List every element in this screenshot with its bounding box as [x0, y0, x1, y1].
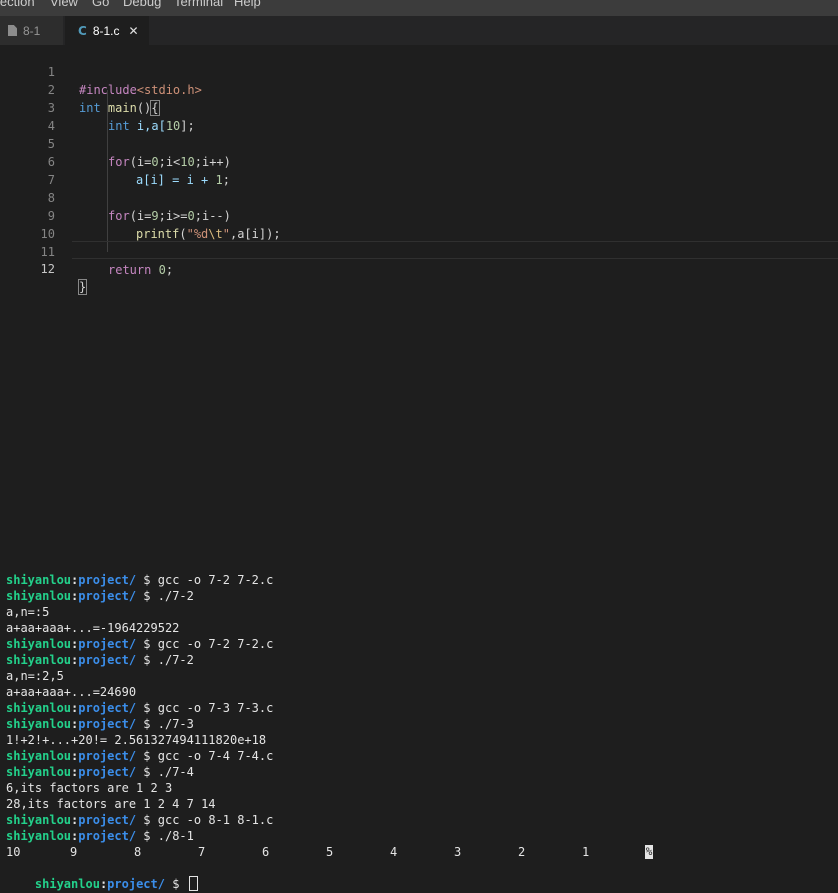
output-value: 4 — [390, 845, 398, 859]
terminal-output-line: 6,its factors are 1 2 3 — [6, 781, 173, 795]
code-line-8: 8 for(i=9;i>=0;i--) — [0, 171, 838, 223]
tab-8-1[interactable]: 8-1 — [0, 16, 64, 45]
menu-help[interactable]: Help — [234, 0, 261, 10]
menu-selection[interactable]: lection — [0, 0, 35, 10]
terminal-output-line: a,n=:5 — [6, 605, 50, 619]
integrated-terminal[interactable]: shiyanlou:project/ $ gcc -o 7-2 7-2.c shi… — [0, 565, 838, 893]
menu-view[interactable]: View — [50, 0, 78, 10]
line-number: 12 — [40, 262, 55, 276]
code-line-10: 10 — [0, 207, 838, 241]
code-line-12: 12 } — [0, 242, 838, 295]
output-value: 5 — [326, 845, 334, 859]
terminal-output-line: 1!+2!+...+20!= 2.561327494111820e+18 — [6, 733, 267, 747]
menu-bar: lection View Go Debug Terminal Help — [0, 0, 838, 16]
tab-8-1-c[interactable]: C 8-1.c ✕ — [65, 16, 149, 45]
code-line-9: 9 printf("%d\t",a[i]); — [0, 189, 838, 241]
terminal-command-line: shiyanlou:project/ $ gcc -o 7-3 7-3.c — [6, 701, 274, 715]
file-icon — [8, 25, 17, 36]
terminal-command-line: shiyanlou:project/ $ ./8-1 — [6, 829, 194, 843]
c-file-icon: C — [78, 23, 87, 38]
tab-label: 8-1 — [23, 23, 41, 38]
terminal-output-line: a,n=:2,5 — [6, 669, 64, 683]
output-value: 10 — [6, 845, 21, 859]
code-line-4: 4 — [0, 99, 838, 133]
program-output-line: 10 9 8 7 6 5 4 3 2 1 % — [6, 844, 653, 860]
code-line-2: 2 int main(){ — [0, 63, 838, 116]
terminal-command-line: shiyanlou:project/ $ ./7-3 — [6, 717, 194, 731]
code-line-7: 7 — [0, 153, 838, 187]
output-value: 9 — [70, 845, 78, 859]
menu-debug[interactable]: Debug — [123, 0, 161, 10]
close-icon[interactable]: ✕ — [129, 24, 139, 38]
code-line-11: 11 return 0; — [0, 225, 838, 277]
output-value: 6 — [262, 845, 270, 859]
code-line-6: 6 a[i] = i + 1; — [0, 135, 838, 187]
terminal-cursor — [188, 876, 198, 891]
terminal-output-line: 28,its factors are 1 2 4 7 14 — [6, 797, 216, 811]
terminal-command-line: shiyanlou:project/ $ gcc -o 7-2 7-2.c — [6, 573, 274, 587]
code-editor[interactable]: 1 #include<stdio.h> 2 int main(){ 3 int … — [0, 45, 838, 565]
code-line-3: 3 int i,a[10]; — [0, 81, 838, 133]
terminal-command-line: shiyanlou:project/ $ gcc -o 7-4 7-4.c — [6, 749, 274, 763]
menu-go[interactable]: Go — [92, 0, 109, 10]
terminal-output-line: a+aa+aaa+...=-1964229522 — [6, 621, 180, 635]
output-value: 2 — [518, 845, 526, 859]
terminal-command-line: shiyanlou:project/ $ gcc -o 7-2 7-2.c — [6, 637, 274, 651]
output-value: 1 — [582, 845, 590, 859]
eol-marker: % — [645, 845, 653, 859]
terminal-command-line: shiyanlou:project/ $ gcc -o 8-1 8-1.c — [6, 813, 274, 827]
output-value: 7 — [198, 845, 206, 859]
terminal-command-line: shiyanlou:project/ $ ./7-4 — [6, 765, 194, 779]
terminal-output-line: a+aa+aaa+...=24690 — [6, 685, 137, 699]
terminal-prompt[interactable]: shiyanlou:project/ $ — [6, 860, 198, 891]
terminal-command-line: shiyanlou:project/ $ ./7-2 — [6, 653, 194, 667]
output-value: 3 — [454, 845, 462, 859]
tab-label: 8-1.c — [92, 23, 120, 38]
tab-bar: 8-1 C 8-1.c ✕ — [0, 16, 838, 45]
code-line-5: 5 for(i=0;i<10;i++) — [0, 117, 838, 169]
menu-terminal[interactable]: Terminal — [174, 0, 223, 10]
terminal-command-line: shiyanlou:project/ $ ./7-2 — [6, 589, 194, 603]
code-line-1: 1 #include<stdio.h> — [0, 45, 838, 97]
output-value: 8 — [134, 845, 142, 859]
